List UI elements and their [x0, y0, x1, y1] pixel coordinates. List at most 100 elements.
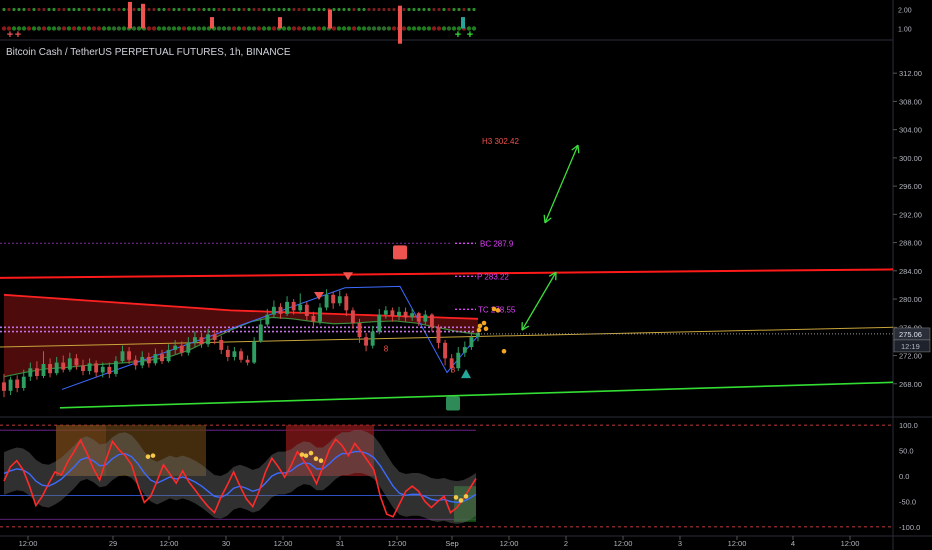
price-axis-label: 296.00	[899, 182, 922, 191]
level-h3-label: H3 302.42	[482, 137, 519, 146]
rsi-dot	[463, 494, 469, 499]
rsi-dot	[145, 454, 151, 459]
candle-body	[252, 341, 257, 363]
strip-dot	[262, 7, 266, 12]
candle-body	[304, 304, 309, 316]
level-bc-label: BC 287.9	[480, 239, 514, 248]
candle-body	[8, 379, 13, 391]
strip-dot	[441, 26, 447, 31]
strip-dot	[241, 26, 247, 31]
projection-dot	[483, 326, 489, 332]
strip-dot	[41, 26, 47, 31]
candle-body	[166, 349, 171, 362]
strip-dot	[196, 26, 202, 31]
strip-dot	[1, 26, 7, 31]
strip-dot	[22, 7, 26, 12]
strip-dot	[107, 7, 111, 12]
strip-dot	[57, 7, 61, 12]
projection-dot	[481, 320, 487, 326]
strip-dot	[381, 26, 387, 31]
strip-dot	[411, 26, 417, 31]
trend-line-green	[59, 381, 894, 409]
strip-dot	[472, 7, 476, 12]
strip-dot	[192, 7, 196, 12]
strip-dot	[386, 26, 392, 31]
candle-body	[212, 334, 217, 340]
strip-dot	[176, 26, 182, 31]
rsi-dot	[318, 458, 324, 464]
candle-body	[397, 311, 401, 316]
strip-bar	[210, 17, 214, 29]
strip-dot	[372, 7, 376, 12]
strip-dot	[232, 7, 236, 12]
strip-dot	[392, 7, 396, 12]
strip-dot	[77, 7, 81, 12]
strip-dot	[402, 7, 406, 12]
candle-body	[100, 366, 105, 373]
strip-dot	[237, 7, 241, 12]
strip-dot	[427, 7, 431, 12]
buy-signal-box	[446, 396, 460, 411]
candle-body	[232, 351, 237, 357]
sell-count-label: 8	[384, 344, 389, 353]
candle-body	[291, 301, 296, 311]
strip-dot	[342, 7, 346, 12]
strip-dot	[171, 26, 177, 31]
candle-body	[41, 364, 46, 376]
strip-dot	[362, 7, 366, 12]
strip-dot	[287, 7, 291, 12]
strip-dot	[132, 7, 136, 12]
rsi-dot	[453, 495, 459, 500]
arrow-head	[543, 214, 546, 223]
strip-dot	[181, 26, 187, 31]
candle-body	[133, 359, 138, 366]
strip-dot	[357, 7, 361, 12]
strip-dot	[191, 26, 197, 31]
candle-body	[239, 351, 243, 360]
price-pane: H3 302.42BC 287.9P 283.22TC 278.5588	[0, 137, 894, 411]
time-axis-label: 30	[222, 539, 230, 548]
strip-dot	[286, 26, 292, 31]
strip-dot	[106, 26, 112, 31]
rsi-dot	[150, 453, 156, 458]
candle-body	[344, 296, 349, 311]
strip-dot	[122, 7, 126, 12]
time-axis: 12:00 29 12:00 30 12:00 31 12:00 Sep 12:00 2 12:00…	[19, 536, 859, 548]
strip-dot	[312, 7, 316, 12]
candle-body	[364, 337, 369, 346]
candle-body	[357, 323, 362, 338]
rsi-axis-label: -100.0	[899, 523, 920, 532]
trend-line-red	[0, 268, 894, 279]
arrow-head	[577, 145, 580, 154]
candle-body	[206, 334, 211, 345]
strip-dot	[361, 26, 367, 31]
strip-dot	[32, 7, 36, 12]
strip-dot	[152, 7, 156, 12]
strip-dot	[136, 26, 142, 31]
strip-dot	[96, 26, 102, 31]
strip-dot	[291, 26, 297, 31]
projection-dot	[477, 323, 483, 329]
candle-body	[416, 313, 421, 322]
candle-body	[429, 314, 434, 328]
price-axis-label: 288.00	[899, 239, 922, 248]
strip-dot	[117, 7, 121, 12]
strip-dot	[301, 26, 307, 31]
rsi-axis-label: 0.0	[899, 472, 909, 481]
strip-dot	[27, 7, 31, 12]
strip-dot	[92, 7, 96, 12]
candle-body	[107, 366, 112, 374]
candle-body	[403, 311, 408, 318]
time-axis-label: 12:00	[614, 539, 633, 548]
candle-body	[54, 362, 59, 374]
candle-body	[140, 356, 145, 366]
strip-dot	[36, 26, 42, 31]
candle-body	[285, 301, 290, 314]
candle-body	[173, 345, 178, 350]
strip-bar	[398, 5, 402, 44]
price-axis-label: 272.00	[899, 352, 922, 361]
candle-body	[370, 331, 375, 346]
strip-dot	[157, 7, 161, 12]
candle-body	[153, 354, 158, 364]
strip-dot	[432, 7, 436, 12]
